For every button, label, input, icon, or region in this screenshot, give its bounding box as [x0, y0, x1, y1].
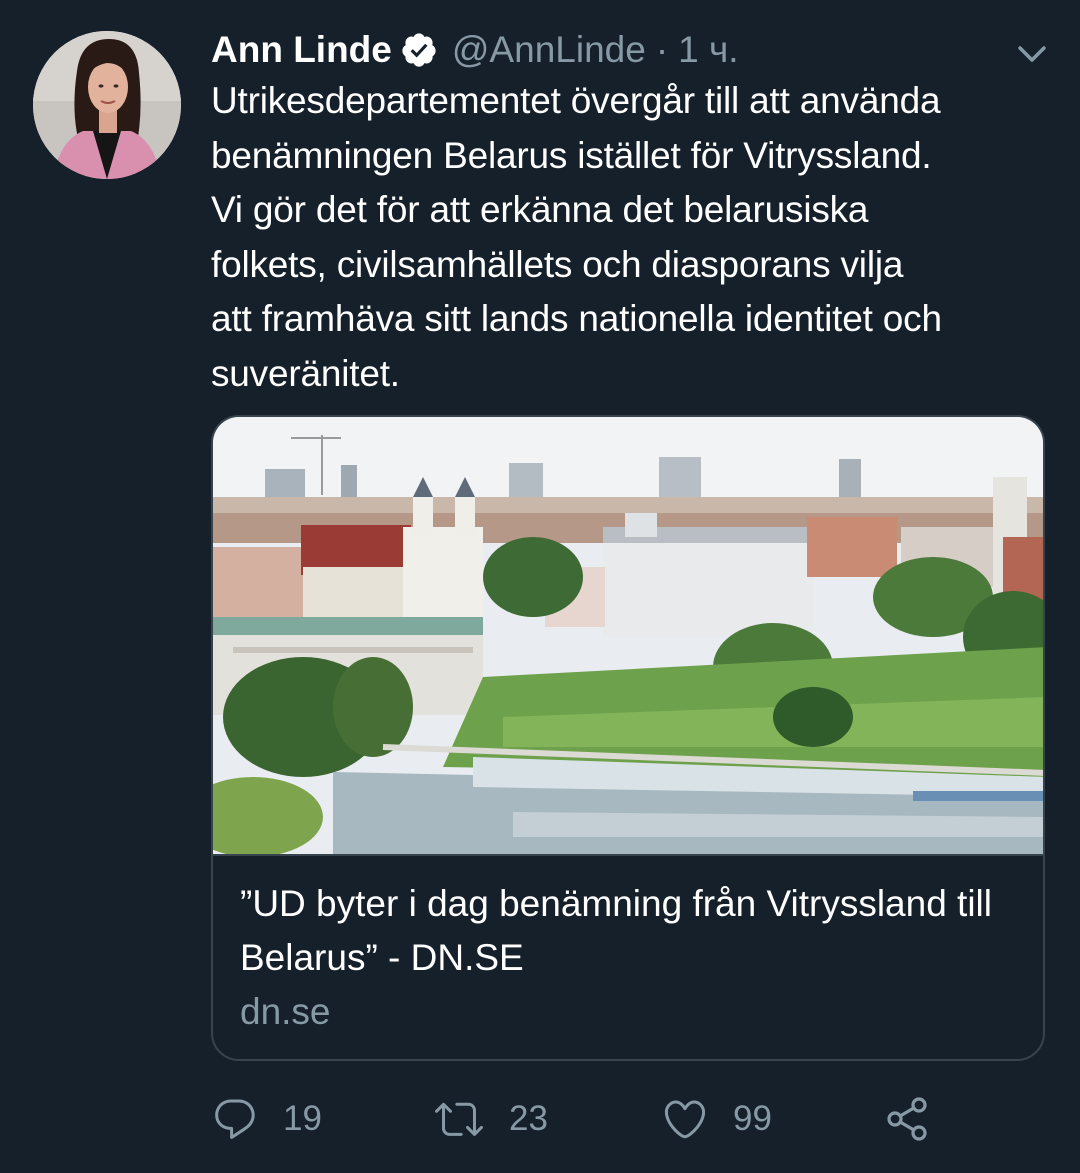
card-domain: dn.se: [240, 991, 331, 1032]
avatar-image: [33, 31, 181, 179]
like-count: 99: [733, 1099, 772, 1138]
share-icon: [885, 1096, 931, 1142]
reply-count: 19: [283, 1099, 322, 1138]
card-title[interactable]: ”UD byter i dag benämning från Vitryssla…: [240, 877, 1030, 985]
header-separator: ·: [655, 29, 669, 70]
share-button[interactable]: [885, 1090, 931, 1148]
tweet-actions: 19 23 99: [211, 1090, 971, 1148]
tweet-header: Ann Linde @AnnLinde · 1 ч.: [211, 26, 739, 74]
reply-icon: [211, 1095, 259, 1143]
tweet[interactable]: Ann Linde @AnnLinde · 1 ч. Utrikesdepart…: [0, 0, 1080, 1173]
reply-button[interactable]: 19: [211, 1090, 322, 1148]
like-button[interactable]: 99: [661, 1090, 772, 1148]
link-card[interactable]: ”UD byter i dag benämning från Vitryssla…: [211, 415, 1045, 1061]
city-photo: [213, 417, 1043, 856]
retweet-icon: [433, 1095, 485, 1143]
chevron-down-icon[interactable]: [1014, 36, 1050, 72]
heart-icon: [661, 1095, 709, 1143]
tweet-text: Utrikesdepartementet övergår till att an…: [211, 80, 942, 394]
verified-badge-icon: [400, 31, 438, 69]
retweet-count: 23: [509, 1099, 548, 1138]
tweet-timestamp[interactable]: 1 ч.: [678, 29, 738, 71]
retweet-button[interactable]: 23: [433, 1090, 548, 1148]
avatar[interactable]: [33, 31, 181, 179]
author-name[interactable]: Ann Linde: [211, 29, 392, 71]
author-handle[interactable]: @AnnLinde: [452, 29, 646, 71]
